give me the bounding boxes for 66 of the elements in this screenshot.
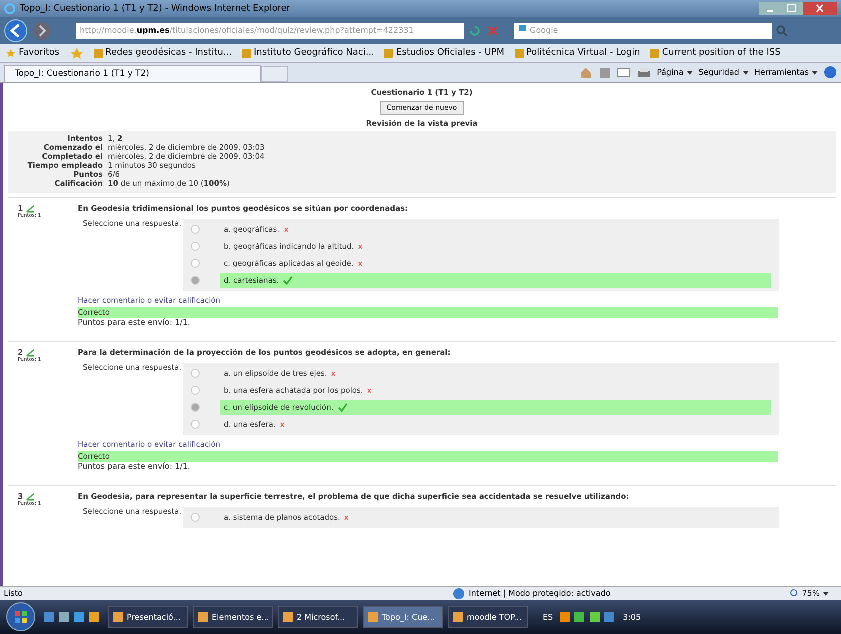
command-menu[interactable]: Herramientas <box>754 68 818 77</box>
forward-button[interactable] <box>32 20 52 40</box>
favorite-link[interactable]: Current position of the ISS <box>650 48 781 58</box>
app-icon <box>113 612 123 622</box>
clock: 3:05 <box>623 612 642 622</box>
stop-icon[interactable] <box>486 24 500 38</box>
score-text: Puntos para este envío: 1/1. <box>78 462 192 471</box>
favorite-link[interactable]: Instituto Geográfico Naci... <box>242 48 374 58</box>
new-tab-button[interactable] <box>261 66 288 82</box>
page-icon <box>650 48 660 58</box>
radio-button[interactable] <box>191 513 200 522</box>
radio-button[interactable] <box>191 403 200 412</box>
back-button[interactable] <box>4 18 28 42</box>
app-icon <box>198 612 208 622</box>
add-favorite-icon[interactable] <box>70 47 84 59</box>
radio-button[interactable] <box>191 259 200 268</box>
taskbar-item[interactable]: 2 Microsof... <box>278 606 358 628</box>
browser-tab[interactable]: Topo_I: Cuestionario 1 (T1 y T2) <box>4 65 261 82</box>
radio-button[interactable] <box>191 369 200 378</box>
favorite-link[interactable]: Estudios Oficiales - UPM <box>384 48 505 58</box>
radio-button[interactable] <box>191 276 200 285</box>
radio-button[interactable] <box>191 242 200 251</box>
zoom-icon <box>790 589 800 598</box>
caret-icon <box>686 70 693 74</box>
help-icon[interactable] <box>824 66 837 79</box>
favorites-button[interactable]: Favoritos <box>6 48 60 58</box>
refresh-icon[interactable] <box>468 24 482 38</box>
printer-icon[interactable] <box>637 66 652 78</box>
page-icon <box>242 48 252 58</box>
caret-icon <box>742 70 748 74</box>
maximize-button[interactable] <box>781 2 803 15</box>
taskbar-item[interactable]: Topo_I: Cue... <box>363 606 443 628</box>
taskbar-item[interactable]: Elementos e... <box>193 606 273 628</box>
language-indicator[interactable]: ES <box>543 612 554 622</box>
page-icon <box>514 48 524 58</box>
star-icon <box>6 48 16 58</box>
taskbar-item[interactable]: Presentació... <box>108 606 188 628</box>
caret-icon <box>823 592 829 596</box>
radio-button[interactable] <box>191 225 200 234</box>
favorite-link[interactable]: Politécnica Virtual - Login <box>514 48 640 58</box>
app-icon <box>453 612 463 622</box>
radio-button[interactable] <box>191 386 200 395</box>
globe-icon <box>453 588 465 600</box>
search-icon[interactable] <box>776 24 788 36</box>
taskbar-item[interactable]: moodle TOP... <box>448 606 528 628</box>
radio-button[interactable] <box>191 420 200 429</box>
home-icon[interactable] <box>579 66 594 78</box>
search-provider-icon <box>518 22 527 32</box>
status-text: Listo <box>4 589 24 598</box>
page-icon <box>384 48 394 58</box>
favorite-link[interactable]: Redes geodésicas - Institu... <box>94 48 232 58</box>
command-menu[interactable]: Seguridad <box>698 68 748 77</box>
window-title: Topo_I: Cuestionario 1 (T1 y T2) - Windows Internet Explorer <box>20 4 292 14</box>
page-icon <box>94 48 103 58</box>
security-zone: Internet | Modo protegido: activado <box>469 589 612 598</box>
app-icon <box>368 612 378 622</box>
score-text: Puntos para este envío: 1/1. <box>78 318 192 327</box>
minimize-button[interactable] <box>759 2 781 15</box>
app-icon <box>283 612 293 622</box>
zoom-level[interactable]: 75% <box>790 589 829 598</box>
address-field[interactable]: http://moodle.upm.es/titulaciones/oficiales/mod/quiz/review.php?attempt=422331 <box>76 22 464 38</box>
close-button[interactable] <box>803 2 837 15</box>
caret-icon <box>812 70 818 74</box>
browser-logo-icon <box>4 2 16 14</box>
command-menu[interactable]: Página <box>657 68 693 77</box>
start-button[interactable] <box>4 602 38 632</box>
